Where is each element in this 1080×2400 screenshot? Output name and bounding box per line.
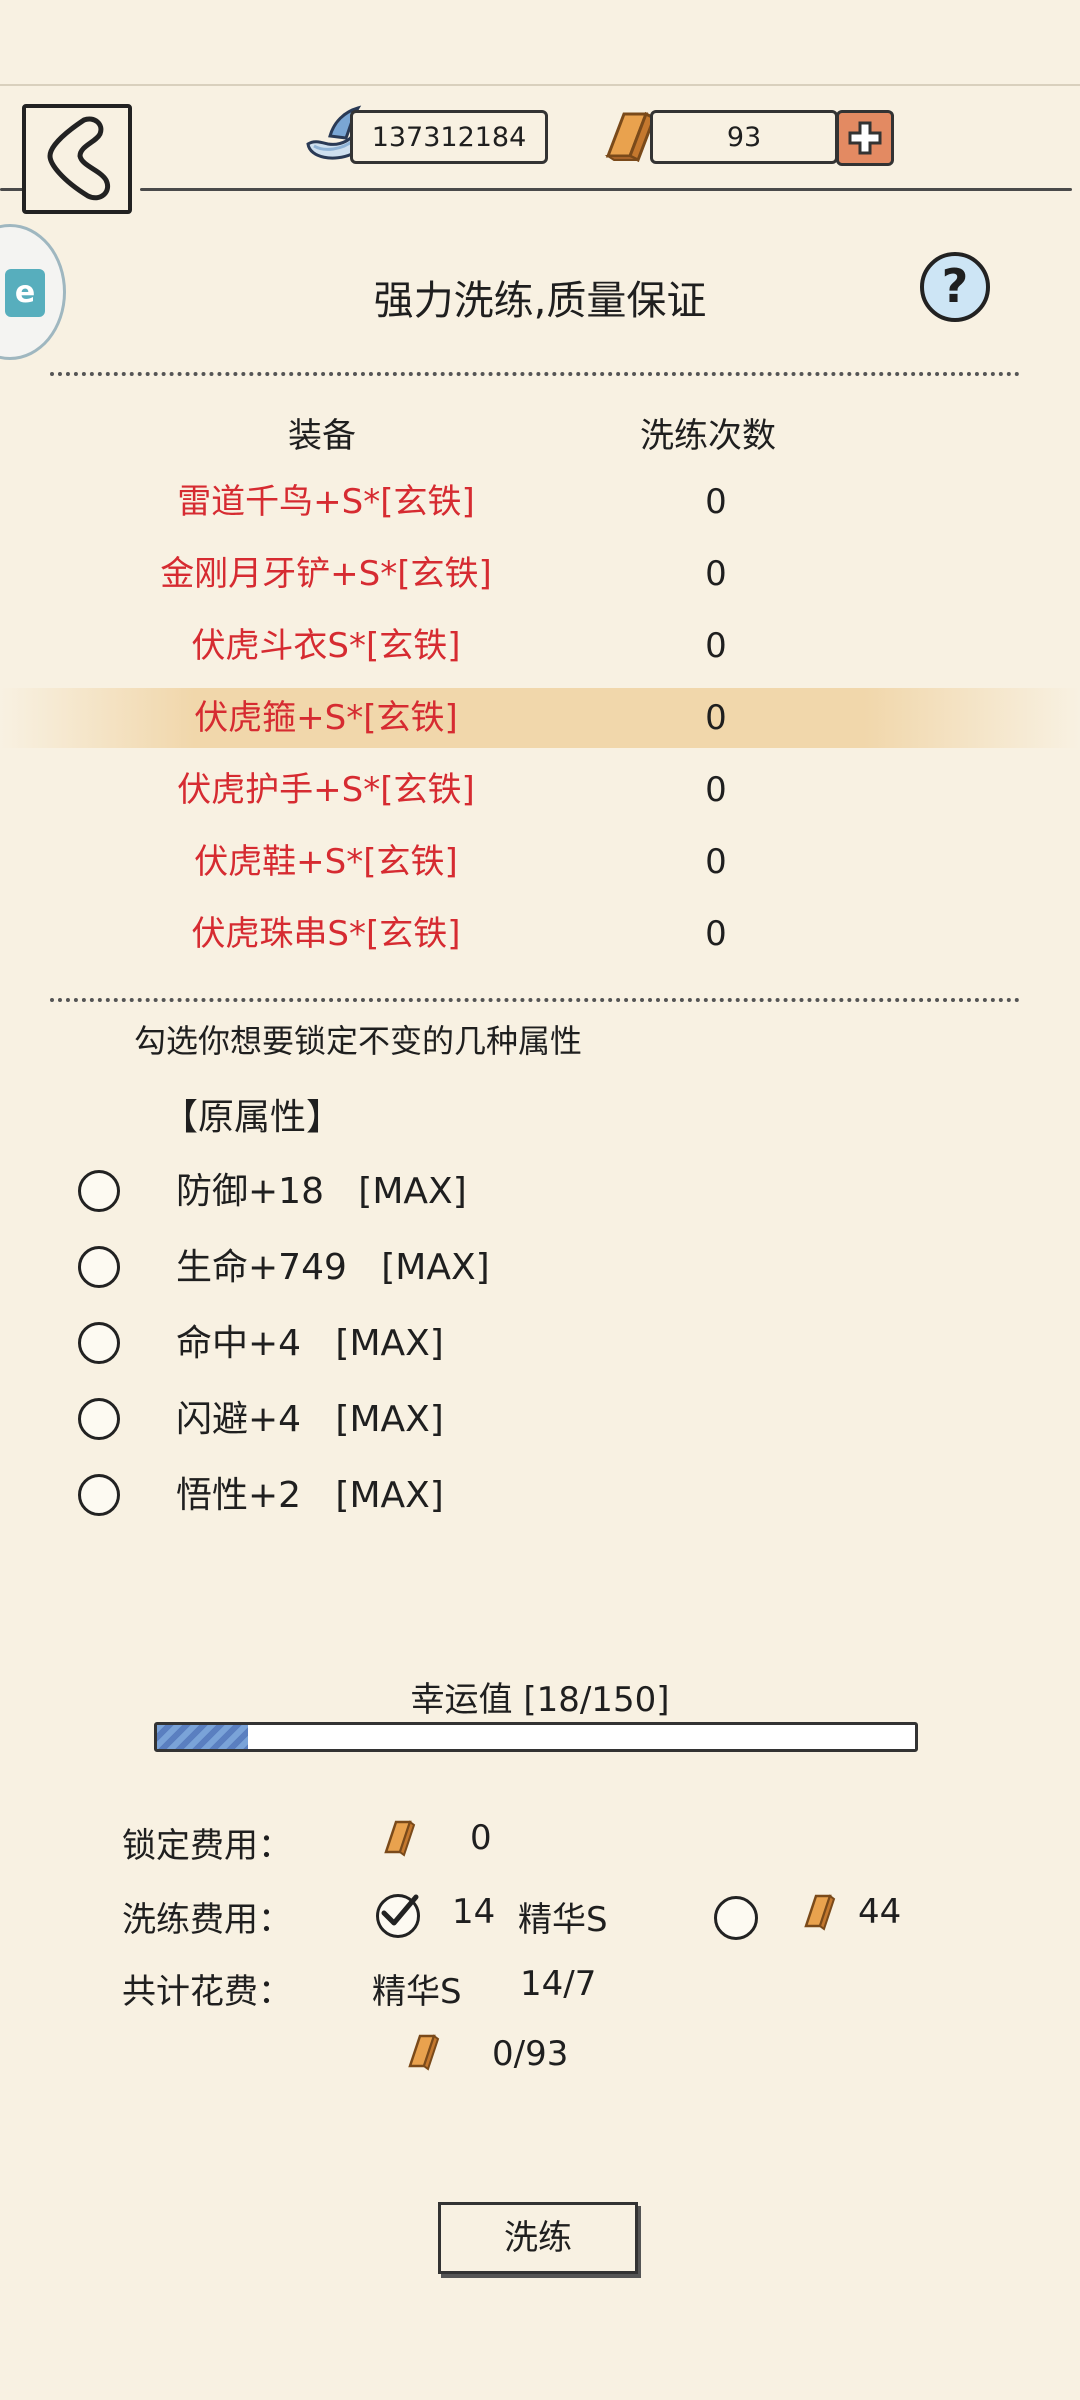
wash-count: 0 bbox=[705, 698, 727, 738]
silver-value: 137312184 bbox=[371, 121, 527, 153]
lock-attribute-radio[interactable] bbox=[78, 1246, 120, 1288]
attribute-row[interactable]: 生命+749 [MAX] bbox=[0, 1238, 1080, 1298]
wash-count: 0 bbox=[705, 914, 727, 954]
top-divider bbox=[0, 84, 1080, 86]
equipment-column-header: 装备 bbox=[288, 416, 356, 456]
gold-ingot-icon bbox=[408, 2034, 440, 2071]
luck-progress-bar bbox=[154, 1722, 918, 1752]
wash-count: 0 bbox=[705, 770, 727, 810]
equipment-row[interactable]: 伏虎斗衣S*[玄铁] 0 bbox=[0, 616, 1080, 676]
total-cost-essence-item: 精华S bbox=[372, 1972, 462, 2012]
checkmark-icon bbox=[381, 1894, 419, 1926]
wash-count-column-header: 洗练次数 bbox=[640, 416, 776, 456]
attribute-label: 命中+4 [MAX] bbox=[176, 1323, 444, 1364]
page-title: 强力洗练,质量保证 bbox=[373, 278, 707, 324]
wash-count: 0 bbox=[705, 482, 727, 522]
equipment-row[interactable]: 伏虎鞋+S*[玄铁] 0 bbox=[0, 832, 1080, 892]
attribute-row[interactable]: 防御+18 [MAX] bbox=[0, 1162, 1080, 1222]
wash-cost-essence-item: 精华S bbox=[518, 1900, 608, 1940]
total-cost-essence-amount: 14/7 bbox=[520, 1964, 597, 2004]
equipment-row[interactable]: 伏虎珠串S*[玄铁] 0 bbox=[0, 904, 1080, 964]
equipment-name: 伏虎珠串S*[玄铁] bbox=[191, 914, 461, 954]
wash-cost-essence-amount: 14 bbox=[452, 1892, 496, 1932]
lock-attribute-radio[interactable] bbox=[78, 1398, 120, 1440]
gold-value-box: 93 bbox=[650, 110, 838, 164]
equipment-row-selected[interactable]: 伏虎箍+S*[玄铁] 0 bbox=[0, 688, 1080, 748]
equipment-name: 雷道千鸟+S*[玄铁] bbox=[177, 482, 475, 522]
equipment-name: 伏虎护手+S*[玄铁] bbox=[177, 770, 475, 810]
plus-icon bbox=[848, 121, 882, 155]
luck-progress-fill bbox=[157, 1725, 248, 1749]
attribute-row[interactable]: 悟性+2 [MAX] bbox=[0, 1466, 1080, 1526]
back-arrow-icon bbox=[47, 116, 110, 201]
wash-cost-option-gold-radio[interactable] bbox=[714, 1896, 758, 1940]
wash-cost-gold-amount: 44 bbox=[858, 1892, 902, 1932]
equipment-row[interactable]: 金刚月牙铲+S*[玄铁] 0 bbox=[0, 544, 1080, 604]
equipment-row[interactable]: 伏虎护手+S*[玄铁] 0 bbox=[0, 760, 1080, 820]
lock-cost-label: 锁定费用： bbox=[122, 1826, 292, 1866]
lock-hint: 勾选你想要锁定不变的几种属性 bbox=[134, 1022, 583, 1060]
equipment-row[interactable]: 雷道千鸟+S*[玄铁] 0 bbox=[0, 472, 1080, 532]
wash-count: 0 bbox=[705, 554, 727, 594]
wash-count: 0 bbox=[705, 626, 727, 666]
equipment-name: 金刚月牙铲+S*[玄铁] bbox=[160, 554, 492, 594]
wash-cost-option-essence-radio[interactable] bbox=[376, 1894, 420, 1938]
gold-value: 93 bbox=[726, 121, 762, 153]
lock-cost-value: 0 bbox=[470, 1818, 492, 1858]
lock-attribute-radio[interactable] bbox=[78, 1170, 120, 1212]
back-button[interactable] bbox=[22, 104, 132, 214]
lock-attribute-radio[interactable] bbox=[78, 1322, 120, 1364]
attribute-label: 闪避+4 [MAX] bbox=[176, 1399, 444, 1440]
header-line-right bbox=[140, 188, 1072, 191]
wash-count: 0 bbox=[705, 842, 727, 882]
lock-attribute-radio[interactable] bbox=[78, 1474, 120, 1516]
equipment-name: 伏虎斗衣S*[玄铁] bbox=[191, 626, 461, 666]
dotted-divider-middle bbox=[50, 998, 1020, 1002]
wash-cost-label: 洗练费用： bbox=[122, 1900, 292, 1940]
original-attributes-title: 【原属性】 bbox=[162, 1097, 343, 1138]
equipment-name: 伏虎箍+S*[玄铁] bbox=[194, 698, 458, 738]
gold-ingot-icon bbox=[384, 1820, 416, 1857]
add-gold-button[interactable] bbox=[836, 110, 894, 166]
dotted-divider-top bbox=[50, 372, 1020, 376]
header-line-left bbox=[0, 188, 24, 191]
equipment-name: 伏虎鞋+S*[玄铁] bbox=[194, 842, 458, 882]
silver-value-box: 137312184 bbox=[350, 110, 548, 164]
luck-label: 幸运值 [18/150] bbox=[410, 1680, 670, 1720]
attribute-row[interactable]: 闪避+4 [MAX] bbox=[0, 1390, 1080, 1450]
total-cost-label: 共计花费： bbox=[122, 1972, 292, 2012]
attribute-label: 生命+749 [MAX] bbox=[176, 1247, 490, 1288]
help-button[interactable]: ? bbox=[920, 252, 990, 322]
attribute-row[interactable]: 命中+4 [MAX] bbox=[0, 1314, 1080, 1374]
total-cost-gold: 0/93 bbox=[492, 2034, 569, 2074]
gold-ingot-icon bbox=[804, 1894, 836, 1931]
attribute-label: 防御+18 [MAX] bbox=[176, 1171, 467, 1212]
wash-button[interactable]: 洗练 bbox=[438, 2202, 638, 2274]
attribute-label: 悟性+2 [MAX] bbox=[176, 1475, 444, 1516]
